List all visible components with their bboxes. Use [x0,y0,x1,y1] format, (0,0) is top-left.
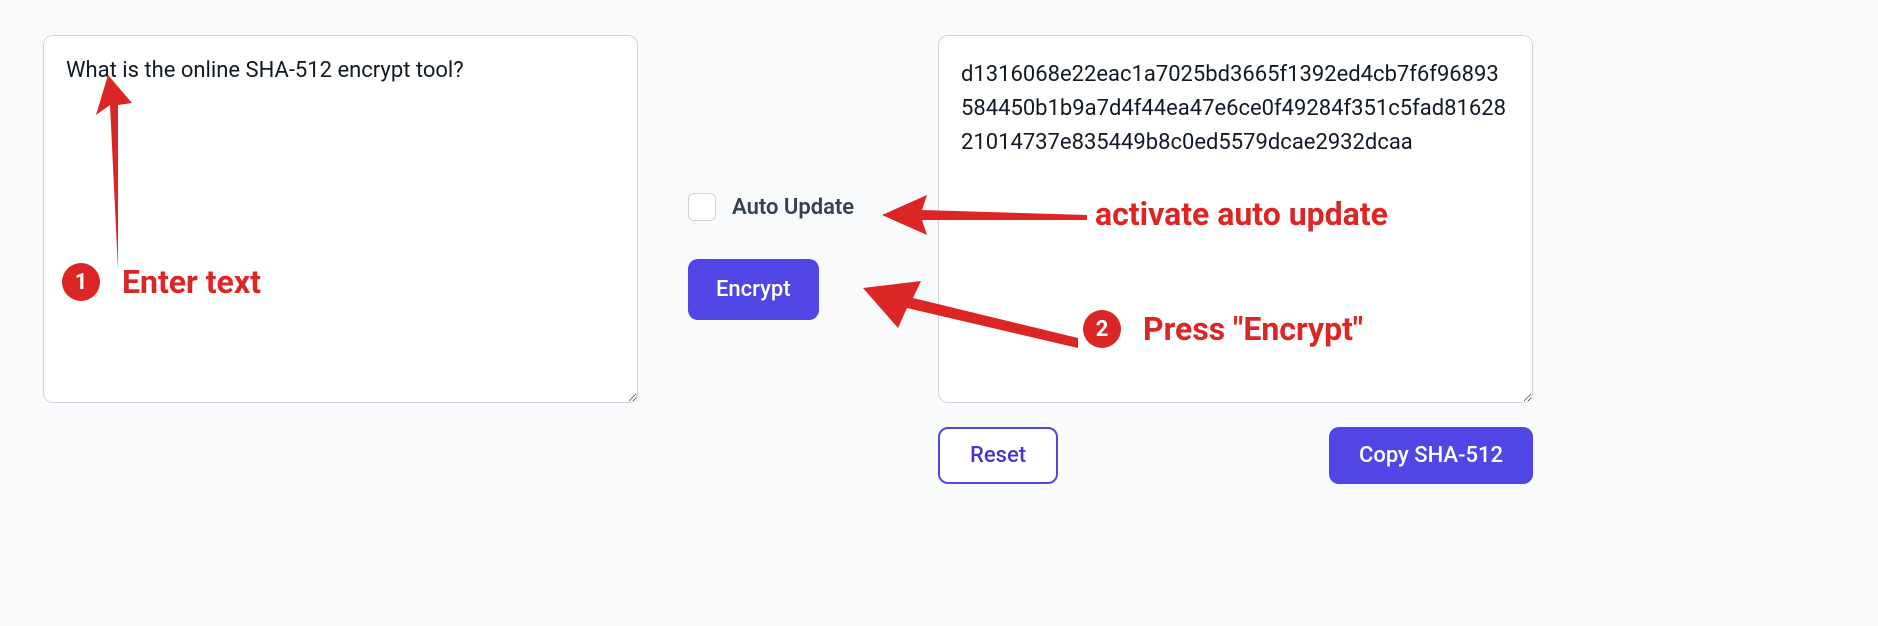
middle-column: Auto Update Encrypt [688,35,888,320]
auto-update-label: Auto Update [732,195,854,220]
bottom-buttons: Reset Copy SHA-512 [938,427,1533,484]
copy-button[interactable]: Copy SHA-512 [1329,427,1533,484]
encrypt-button-label: Encrypt [716,277,791,302]
annotation-arrow-1 [88,75,148,270]
reset-button[interactable]: Reset [938,427,1058,484]
annotation-arrow-auto-update [882,190,1087,240]
auto-update-row: Auto Update [688,193,854,221]
main-container: Auto Update Encrypt Reset Copy SHA-512 [0,0,1878,519]
reset-button-label: Reset [970,443,1026,468]
annotation-arrow-2 [863,273,1078,353]
encrypt-button[interactable]: Encrypt [688,259,819,320]
copy-button-label: Copy SHA-512 [1359,443,1503,468]
right-column: Reset Copy SHA-512 [938,35,1533,484]
auto-update-checkbox[interactable] [688,193,716,221]
